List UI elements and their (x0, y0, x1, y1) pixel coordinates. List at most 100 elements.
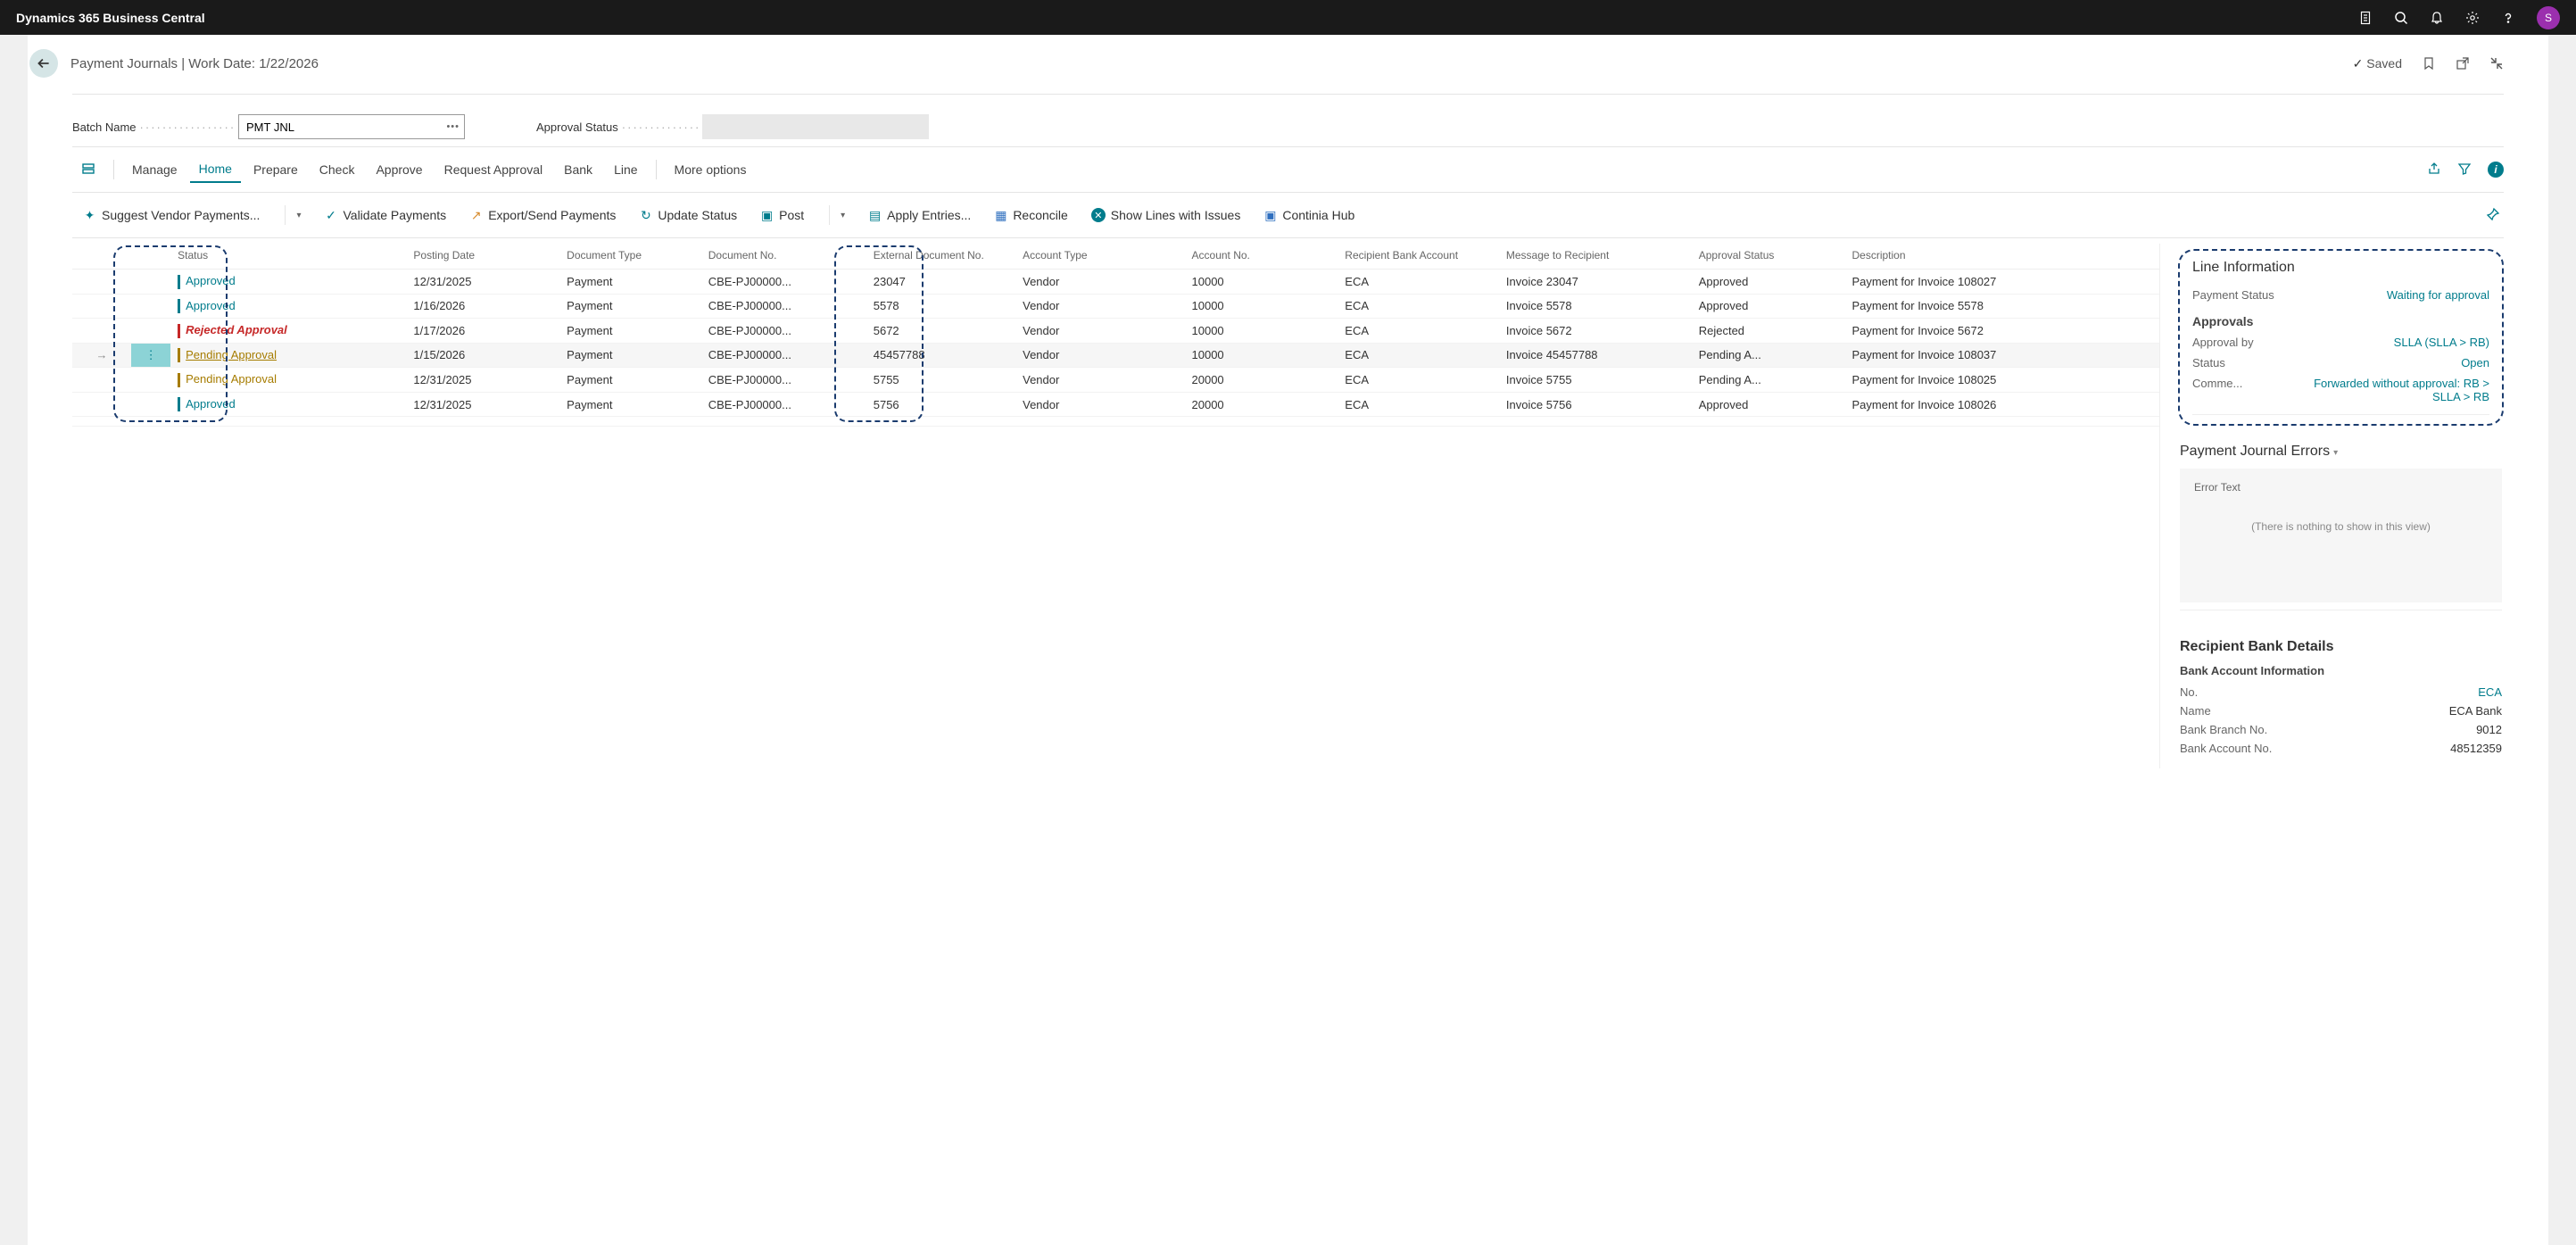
cmd-home[interactable]: Home (190, 156, 241, 183)
cell-bank[interactable]: ECA (1338, 343, 1499, 368)
cell-account-no[interactable]: 10000 (1185, 319, 1338, 344)
cell-description[interactable]: Payment for Invoice 5672 (1845, 319, 2160, 344)
cell-ext-doc-no[interactable]: 5756 (866, 392, 1015, 417)
bell-icon[interactable] (2430, 11, 2444, 25)
cell-posting-date[interactable]: 1/16/2026 (406, 294, 559, 319)
cmd-approve[interactable]: Approve (367, 157, 431, 182)
col-approval-status[interactable]: Approval Status (1692, 244, 1845, 270)
cmd-line[interactable]: Line (605, 157, 646, 182)
action-update-status[interactable]: ↻Update Status (628, 203, 748, 228)
cell-account-no[interactable]: 10000 (1185, 294, 1338, 319)
table-row[interactable]: Pending Approval12/31/2025PaymentCBE-PJ0… (72, 368, 2159, 393)
cell-account-no[interactable]: 10000 (1185, 343, 1338, 368)
action-post-dropdown[interactable]: ▾ (816, 200, 856, 230)
table-row-empty[interactable] (72, 417, 2159, 427)
cell-ext-doc-no[interactable]: 23047 (866, 270, 1015, 295)
row-menu[interactable] (131, 392, 170, 417)
cell-message[interactable]: Invoice 5578 (1499, 294, 1692, 319)
row-menu[interactable] (131, 319, 170, 344)
payment-status-value[interactable]: Waiting for approval (2387, 288, 2489, 302)
share-icon[interactable] (2427, 162, 2441, 178)
cell-posting-date[interactable]: 12/31/2025 (406, 392, 559, 417)
cell-posting-date[interactable]: 1/15/2026 (406, 343, 559, 368)
cell-doc-no[interactable]: CBE-PJ00000... (701, 319, 866, 344)
cell-bank[interactable]: ECA (1338, 392, 1499, 417)
cell-message[interactable]: Invoice 23047 (1499, 270, 1692, 295)
filter-icon[interactable] (2457, 162, 2472, 178)
cell-account-type[interactable]: Vendor (1015, 294, 1184, 319)
gear-icon[interactable] (2465, 11, 2480, 25)
cell-account-no[interactable]: 20000 (1185, 392, 1338, 417)
document-icon[interactable] (2358, 11, 2373, 25)
cell-approval-status[interactable]: Pending A... (1692, 368, 1845, 393)
open-new-window-icon[interactable] (2456, 56, 2470, 71)
cell-approval-status[interactable]: Rejected (1692, 319, 1845, 344)
cell-account-no[interactable]: 10000 (1185, 270, 1338, 295)
collapse-icon[interactable] (2489, 56, 2504, 71)
pin-icon[interactable] (2486, 207, 2504, 224)
cell-description[interactable]: Payment for Invoice 108037 (1845, 343, 2160, 368)
cell-description[interactable]: Payment for Invoice 5578 (1845, 294, 2160, 319)
action-apply-entries[interactable]: ▤Apply Entries... (857, 203, 982, 228)
cell-approval-status[interactable]: Approved (1692, 270, 1845, 295)
col-doc-type[interactable]: Document Type (559, 244, 701, 270)
action-validate-payments[interactable]: ✓Validate Payments (313, 203, 457, 228)
cell-posting-date[interactable]: 12/31/2025 (406, 270, 559, 295)
cmd-check[interactable]: Check (311, 157, 364, 182)
cell-bank[interactable]: ECA (1338, 294, 1499, 319)
batch-dropdown-icon[interactable]: ••• (446, 121, 460, 132)
row-menu[interactable] (131, 294, 170, 319)
table-row[interactable]: Approved12/31/2025PaymentCBE-PJ00000...5… (72, 392, 2159, 417)
cmd-manage[interactable]: Manage (123, 157, 186, 182)
user-avatar[interactable]: S (2537, 6, 2560, 29)
row-menu[interactable]: ⋮ (131, 343, 170, 368)
cell-bank[interactable]: ECA (1338, 270, 1499, 295)
cell-posting-date[interactable]: 1/17/2026 (406, 319, 559, 344)
cmd-bank[interactable]: Bank (555, 157, 601, 182)
action-suggest-dropdown[interactable]: ▾ (272, 200, 311, 230)
bookmark-icon[interactable] (2422, 56, 2436, 71)
cell-status[interactable]: Pending Approval (170, 343, 406, 368)
col-description[interactable]: Description (1845, 244, 2160, 270)
row-menu[interactable] (131, 368, 170, 393)
cell-account-no[interactable]: 20000 (1185, 368, 1338, 393)
table-row[interactable]: →⋮Pending Approval1/15/2026PaymentCBE-PJ… (72, 343, 2159, 368)
cell-bank[interactable]: ECA (1338, 368, 1499, 393)
cell-doc-no[interactable]: CBE-PJ00000... (701, 294, 866, 319)
table-row[interactable]: Approved12/31/2025PaymentCBE-PJ00000...2… (72, 270, 2159, 295)
col-account-no[interactable]: Account No. (1185, 244, 1338, 270)
batch-name-input[interactable] (238, 114, 465, 139)
action-suggest-vendor-payments[interactable]: ✦Suggest Vendor Payments... (72, 203, 270, 228)
cell-doc-no[interactable]: CBE-PJ00000... (701, 270, 866, 295)
cmd-prepare[interactable]: Prepare (244, 157, 307, 182)
cell-account-type[interactable]: Vendor (1015, 319, 1184, 344)
cell-message[interactable]: Invoice 5672 (1499, 319, 1692, 344)
cell-doc-type[interactable]: Payment (559, 294, 701, 319)
cell-posting-date[interactable]: 12/31/2025 (406, 368, 559, 393)
cell-status[interactable]: Pending Approval (170, 368, 406, 393)
cell-ext-doc-no[interactable]: 5755 (866, 368, 1015, 393)
action-continia-hub[interactable]: ▣Continia Hub (1253, 203, 1365, 228)
cell-doc-no[interactable]: CBE-PJ00000... (701, 392, 866, 417)
cell-approval-status[interactable]: Pending A... (1692, 343, 1845, 368)
cell-bank[interactable]: ECA (1338, 319, 1499, 344)
cell-doc-no[interactable]: CBE-PJ00000... (701, 343, 866, 368)
cell-status[interactable]: Approved (170, 294, 406, 319)
action-post[interactable]: ▣Post (750, 203, 815, 228)
cell-description[interactable]: Payment for Invoice 108026 (1845, 392, 2160, 417)
cell-message[interactable]: Invoice 45457788 (1499, 343, 1692, 368)
row-menu[interactable] (131, 270, 170, 295)
cell-doc-type[interactable]: Payment (559, 319, 701, 344)
cell-ext-doc-no[interactable]: 45457788 (866, 343, 1015, 368)
cell-message[interactable]: Invoice 5755 (1499, 368, 1692, 393)
cell-account-type[interactable]: Vendor (1015, 270, 1184, 295)
approval-comment-value[interactable]: Forwarded without approval: RB > SLLA > … (2284, 377, 2489, 403)
approval-by-value[interactable]: SLLA (SLLA > RB) (2394, 336, 2489, 349)
cell-approval-status[interactable]: Approved (1692, 392, 1845, 417)
table-row[interactable]: Rejected Approval1/17/2026PaymentCBE-PJ0… (72, 319, 2159, 344)
cell-status[interactable]: Approved (170, 270, 406, 295)
cell-account-type[interactable]: Vendor (1015, 343, 1184, 368)
cell-doc-type[interactable]: Payment (559, 343, 701, 368)
help-icon[interactable] (2501, 11, 2515, 25)
col-status[interactable]: Status (170, 244, 406, 270)
